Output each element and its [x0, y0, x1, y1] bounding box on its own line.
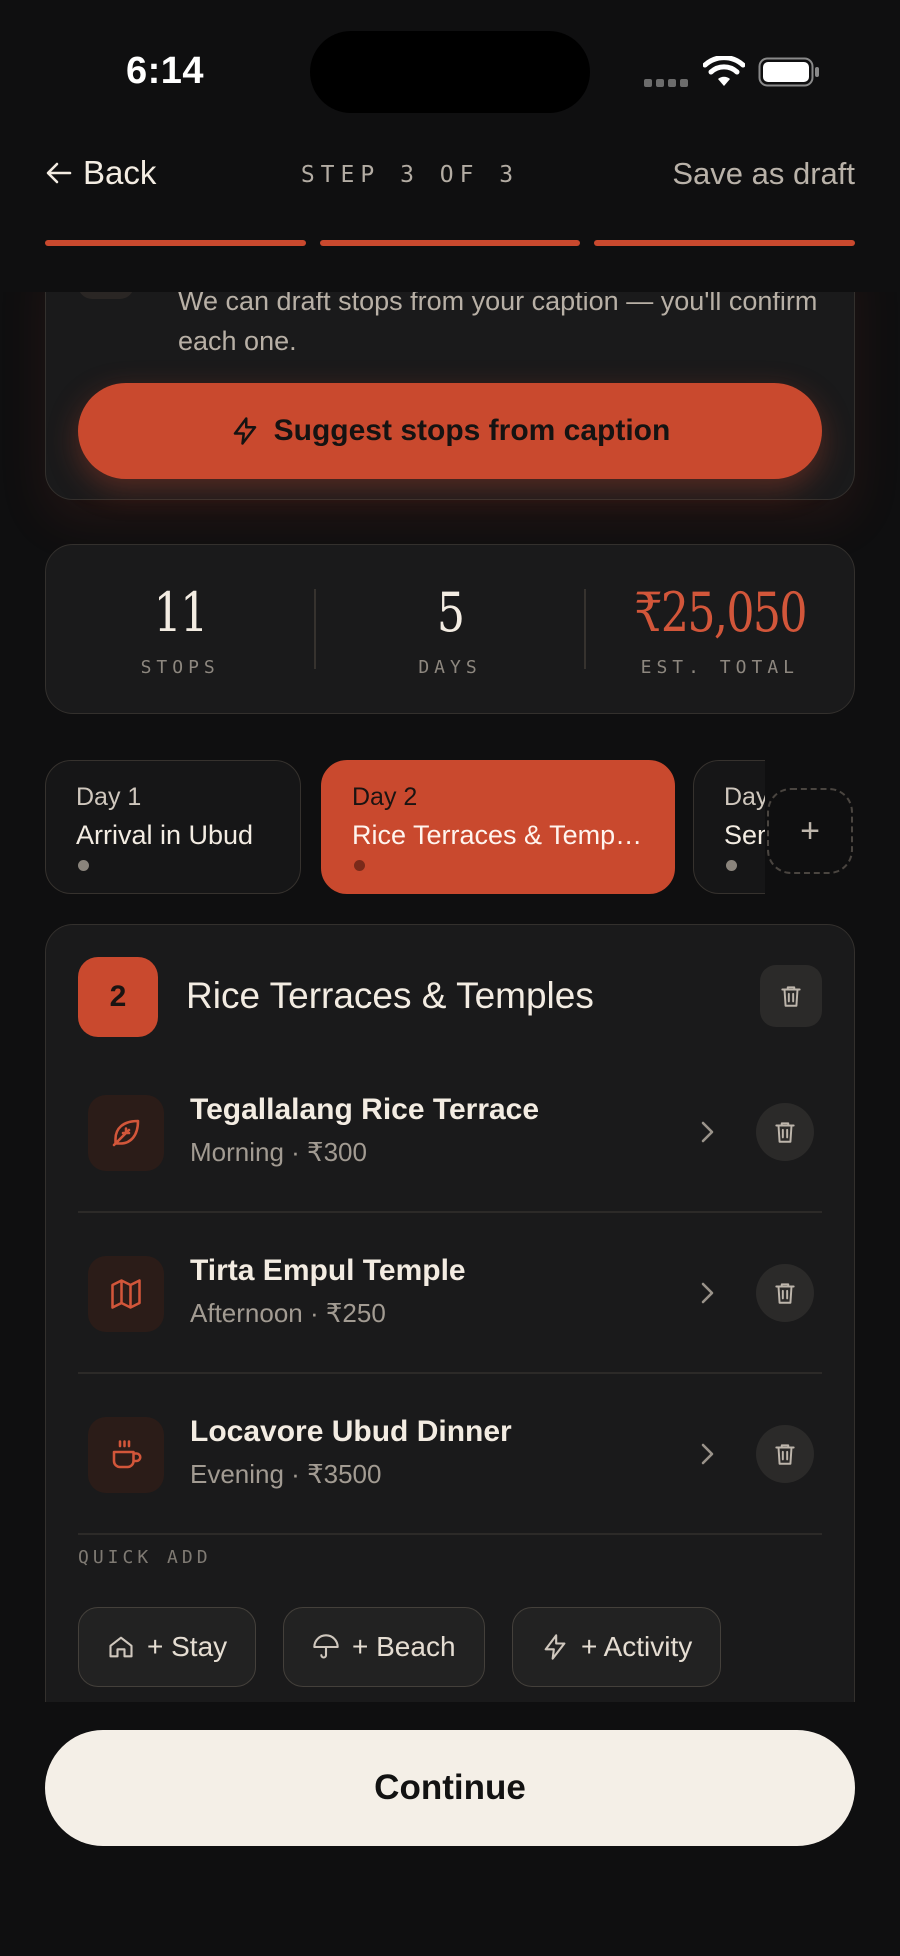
continue-button[interactable]: Continue — [45, 1730, 855, 1846]
trash-icon — [775, 1444, 795, 1465]
day-title: Rice Terraces & Temples — [186, 975, 594, 1016]
day-tab-number: Day 2 — [352, 783, 418, 811]
chevron-right-icon — [701, 1443, 714, 1465]
battery-icon — [758, 57, 819, 87]
delete-stop-button[interactable] — [756, 1264, 814, 1322]
progress-segment — [319, 240, 581, 246]
quick-add-label-text: + Stay — [147, 1631, 228, 1662]
chevron-right-icon — [701, 1121, 714, 1143]
add-day-button[interactable]: + — [767, 788, 853, 874]
cellular-signal-icon — [644, 79, 688, 87]
day-tab-2[interactable]: Day 2 Rice Terraces & Temples — [321, 760, 675, 894]
wifi-icon — [703, 56, 745, 86]
step-progress-bar — [45, 240, 856, 246]
stat-stops-value: 11 — [153, 580, 209, 644]
trash-icon — [775, 1122, 795, 1143]
bolt-icon — [233, 417, 256, 445]
quick-add-label: QUICK ADD — [78, 1547, 212, 1568]
stop-row[interactable]: Locavore Ubud Dinner Evening · ₹3500 — [78, 1375, 822, 1535]
stop-row[interactable]: Tirta Empul Temple Afternoon · ₹250 — [78, 1214, 822, 1374]
day-tab-3[interactable]: Day 3 Seminyak — [693, 760, 765, 894]
day-tab-title: Arrival in Ubud — [76, 820, 254, 850]
save-draft-button[interactable]: Save as draft — [672, 156, 855, 192]
stat-stops: 11 STOPS — [46, 581, 314, 678]
suggest-stops-button[interactable]: Suggest stops from caption — [78, 383, 822, 479]
day-tab-1[interactable]: Day 1 Arrival in Ubud — [45, 760, 301, 894]
stop-meta: Evening · ₹3500 — [190, 1459, 382, 1489]
day-tab-number: Day 3 — [724, 783, 765, 811]
dynamic-island — [310, 31, 590, 113]
stop-meta: Morning · ₹300 — [190, 1137, 367, 1167]
stop-row[interactable]: Tegallalang Rice Terrace Morning · ₹300 — [78, 1053, 822, 1213]
stop-name: Locavore Ubud Dinner — [190, 1415, 512, 1448]
chevron-right-icon — [701, 1282, 714, 1304]
progress-segment — [45, 240, 306, 246]
stop-name: Tirta Empul Temple — [190, 1254, 466, 1287]
trash-icon — [781, 986, 801, 1007]
ai-suggest-card: We can draft stops from your caption — y… — [45, 292, 855, 500]
status-bar: 6:14 — [0, 0, 900, 140]
delete-day-button[interactable] — [760, 965, 822, 1027]
trip-stats-card: 11 STOPS 5 DAYS ₹25,050 EST. TOTAL — [45, 544, 855, 714]
day-tabs: Day 1 Arrival in Ubud Day 2 Rice Terrace… — [45, 760, 900, 896]
status-time: 6:14 — [126, 50, 205, 92]
bolt-icon — [544, 1634, 566, 1660]
ai-avatar — [78, 292, 134, 299]
stat-total-label: EST. TOTAL — [640, 656, 799, 678]
ai-helper-text: We can draft stops from your caption — y… — [178, 292, 818, 356]
day-tabs-scroller[interactable]: Day 1 Arrival in Ubud Day 2 Rice Terrace… — [45, 760, 765, 896]
quick-add-stay-button[interactable]: + Stay — [78, 1607, 257, 1687]
suggest-stops-label: Suggest stops from caption — [273, 414, 671, 447]
delete-stop-button[interactable] — [756, 1425, 814, 1483]
trash-icon — [775, 1283, 795, 1304]
day-number-badge: 2 — [78, 957, 158, 1037]
stop-meta: Afternoon · ₹250 — [190, 1298, 386, 1328]
stat-days-label: DAYS — [418, 656, 482, 678]
progress-segment — [594, 240, 856, 246]
day-tab-title: Seminyak — [724, 820, 765, 850]
wizard-header: Back STEP 3 OF 3 Save as draft — [0, 148, 900, 208]
delete-stop-button[interactable] — [756, 1103, 814, 1161]
stat-total: ₹25,050 EST. TOTAL — [586, 581, 854, 678]
day-tab-number: Day 1 — [76, 783, 142, 811]
day-tab-dot — [726, 860, 737, 871]
stat-days-value: 5 — [436, 580, 465, 644]
stat-days: 5 DAYS — [316, 581, 584, 678]
quick-add-activity-button[interactable]: + Activity — [512, 1607, 722, 1687]
coffee-icon — [88, 1417, 164, 1493]
day-tab-dot — [78, 860, 89, 871]
quick-add-label-text: + Activity — [581, 1631, 693, 1662]
day-tab-title: Rice Terraces & Temples — [352, 820, 644, 850]
home-icon — [109, 1636, 133, 1658]
leaf-icon — [88, 1095, 164, 1171]
day-tab-dot — [354, 860, 365, 871]
day-detail-card: 2 Rice Terraces & Temples Tegallalang Ri… — [45, 924, 855, 1702]
map-icon — [88, 1256, 164, 1332]
quick-add-beach-button[interactable]: + Beach — [283, 1607, 485, 1687]
umbrella-icon — [313, 1634, 339, 1659]
stat-stops-label: STOPS — [140, 656, 220, 678]
stat-total-value: ₹25,050 — [633, 580, 807, 644]
quick-add-label-text: + Beach — [352, 1631, 456, 1662]
stop-name: Tegallalang Rice Terrace — [190, 1093, 540, 1126]
scroll-content[interactable]: We can draft stops from your caption — y… — [0, 292, 900, 1702]
